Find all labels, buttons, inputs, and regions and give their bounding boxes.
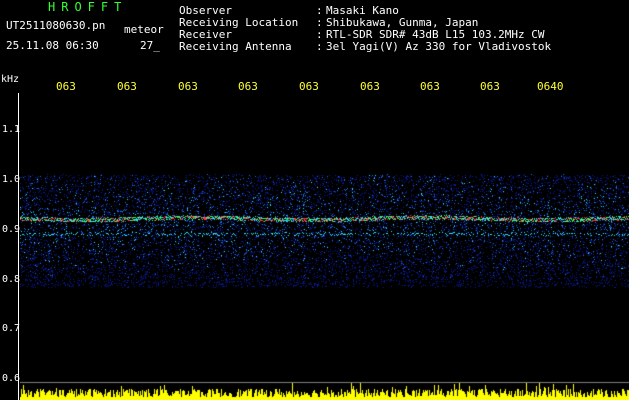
spectrogram-area (20, 93, 629, 400)
time-tick: 063 (480, 80, 500, 93)
spectrogram-waterfall (20, 93, 629, 400)
meteor-label: meteor (124, 23, 164, 36)
time-tick: 063 (238, 80, 258, 93)
hrofft-screen: HROFFT UT2511080630.pn meteor 25.11.08 0… (0, 0, 629, 400)
time-tick: 063 (360, 80, 380, 93)
time-tick: 063 (420, 80, 440, 93)
time-tick: 063 (299, 80, 319, 93)
antenna-value: 3el Yagi(V) Az 330 for Vladivostok (326, 40, 552, 53)
time-tick: 063 (178, 80, 198, 93)
time-tick: 063 (56, 80, 76, 93)
antenna-colon: : (316, 40, 323, 53)
timestamp-label: 25.11.08 06:30 (6, 39, 99, 52)
time-tick: 063 (117, 80, 137, 93)
antenna-label: Receiving Antenna (179, 40, 292, 53)
filename-label: UT2511080630.pn (6, 19, 106, 32)
frequency-axis-line (18, 93, 19, 400)
meteor-count: 27_ (140, 39, 160, 52)
time-tick: 0640 (537, 80, 564, 93)
app-title: HROFFT (48, 0, 128, 14)
frequency-unit-label: kHz (1, 74, 20, 85)
